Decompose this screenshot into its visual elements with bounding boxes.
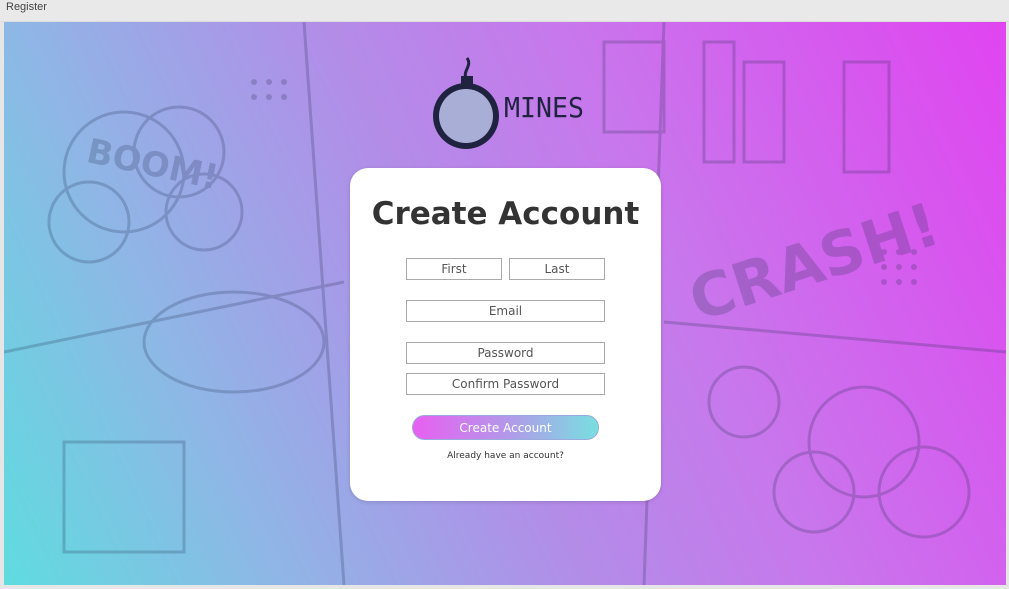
window-titlebar: Register — [0, 0, 1009, 22]
bomb-icon — [433, 57, 499, 149]
confirm-password-field[interactable] — [406, 373, 605, 395]
mines-logo: MINES — [433, 57, 584, 149]
create-account-button[interactable]: Create Account — [412, 415, 599, 440]
email-field[interactable] — [406, 300, 605, 322]
register-card: Create Account Create Account Already ha… — [350, 168, 661, 501]
window-title: Register — [6, 1, 47, 13]
password-field[interactable] — [406, 342, 605, 364]
crash-word: CRASH! — [681, 190, 947, 336]
first-name-field[interactable] — [406, 258, 502, 280]
logo-text: MINES — [504, 91, 584, 124]
register-window-body: BOOM! CRASH! MINES Create Account Create… — [4, 22, 1006, 585]
page-title: Create Account — [371, 196, 640, 232]
last-name-field[interactable] — [509, 258, 605, 280]
login-link[interactable]: Already have an account? — [350, 451, 661, 461]
window-border-bottom — [0, 585, 1009, 589]
